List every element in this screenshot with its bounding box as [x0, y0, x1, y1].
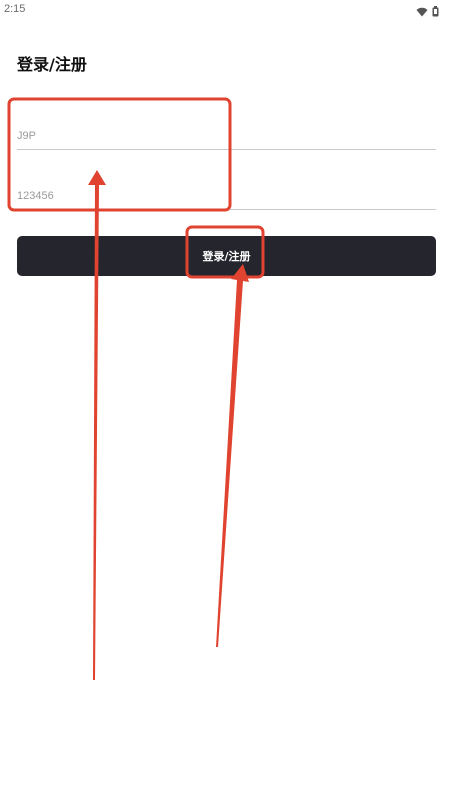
- username-input[interactable]: [17, 123, 436, 150]
- status-time: 2:15: [4, 3, 26, 15]
- login-register-button[interactable]: 登录/注册: [17, 236, 436, 276]
- status-icons: [416, 2, 439, 21]
- battery-icon: [432, 2, 439, 21]
- wifi-icon: [416, 2, 428, 21]
- annotation-overlay: [7, 97, 265, 680]
- button-arrow: [216, 264, 249, 647]
- password-input[interactable]: [17, 183, 436, 210]
- status-bar: 2:15: [0, 0, 453, 22]
- page-title: 登录/注册: [17, 55, 87, 74]
